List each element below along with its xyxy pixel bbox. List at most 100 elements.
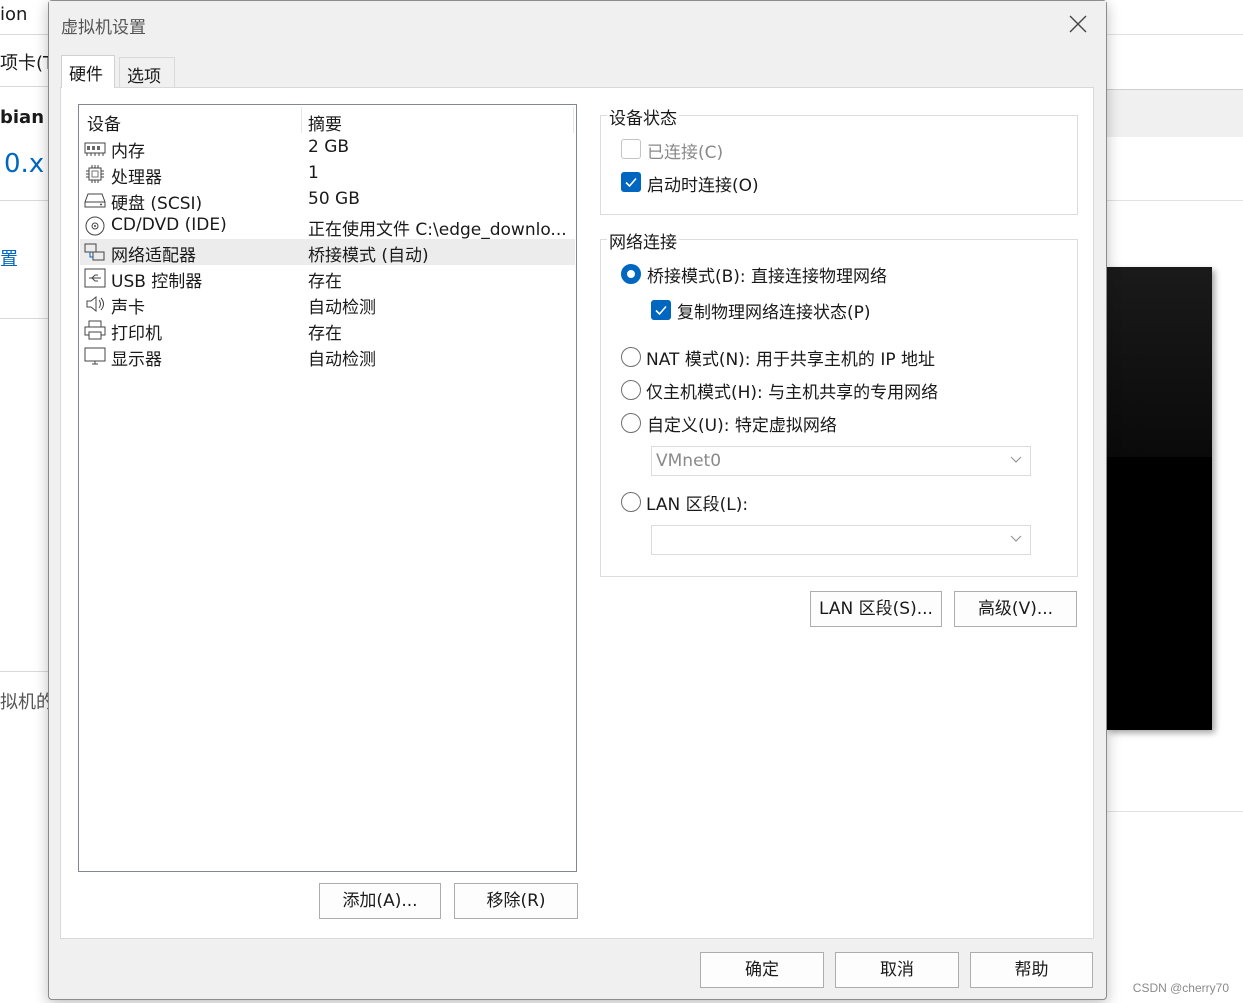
- printer-icon: [84, 320, 106, 340]
- device-name: USB 控制器: [111, 272, 203, 292]
- bg-text: ion: [0, 4, 28, 25]
- column-header-summary[interactable]: 摘要: [308, 110, 342, 135]
- bg-version: 0.x: [4, 149, 45, 179]
- device-summary: 1: [308, 163, 319, 183]
- lan-segments-button[interactable]: LAN 区段(S)...: [810, 591, 942, 627]
- bridged-label: 桥接模式(B): 直接连接物理网络: [647, 267, 888, 287]
- custom-network-select[interactable]: VMnet0: [651, 446, 1031, 476]
- custom-label: 自定义(U): 特定虚拟网络: [647, 416, 837, 436]
- lan-segment-select[interactable]: [651, 525, 1031, 555]
- connected-label: 已连接(C): [647, 143, 724, 163]
- device-name: 处理器: [111, 168, 162, 188]
- add-device-button[interactable]: 添加(A)...: [319, 883, 441, 919]
- device-name: 声卡: [111, 298, 145, 318]
- custom-radio[interactable]: [621, 413, 641, 433]
- divider: [1106, 200, 1243, 201]
- network-adapter-icon: [84, 243, 105, 261]
- monitor-icon: [84, 347, 106, 365]
- bg-tab-band: [1106, 89, 1243, 137]
- dialog-title: 虚拟机设置: [61, 18, 146, 38]
- tab-options[interactable]: 选项: [119, 57, 175, 87]
- device-row-network-adapter[interactable]: 网络适配器 桥接模式 (自动): [80, 239, 575, 266]
- bg-text: 拟机的: [0, 692, 50, 713]
- device-row-display[interactable]: 显示器 自动检测: [80, 343, 575, 370]
- checkmark-icon: [655, 305, 667, 316]
- close-button[interactable]: [1060, 7, 1096, 41]
- device-row-printer[interactable]: 打印机 存在: [80, 317, 575, 344]
- device-summary: 桥接模式 (自动): [308, 246, 429, 266]
- column-header-device[interactable]: 设备: [87, 110, 121, 135]
- speaker-icon: [86, 295, 104, 313]
- device-name: 硬盘 (SCSI): [111, 194, 203, 214]
- divider: [1106, 34, 1243, 35]
- bg-menu-tab[interactable]: 项卡(T): [0, 49, 50, 75]
- device-row-harddisk[interactable]: 硬盘 (SCSI) 50 GB: [80, 187, 575, 214]
- chevron-down-icon: [1010, 535, 1022, 542]
- vm-screen-preview-top: [1106, 267, 1212, 457]
- connect-at-power-on-label: 启动时连接(O): [647, 176, 759, 196]
- device-name: 打印机: [111, 324, 162, 344]
- lan-segment-label: LAN 区段(L):: [646, 495, 749, 515]
- device-list[interactable]: 设备 摘要 内存 2 GB 处理器 1 硬盘 (SCSI) 50 GB CD/D…: [78, 104, 577, 872]
- device-list-header: 设备 摘要: [79, 105, 576, 135]
- bg-link[interactable]: 置: [0, 245, 18, 271]
- replicate-state-checkbox[interactable]: [651, 300, 671, 320]
- device-row-memory[interactable]: 内存 2 GB: [80, 135, 575, 162]
- network-connection-title: 网络连接: [607, 228, 679, 253]
- device-summary: 50 GB: [308, 189, 360, 209]
- device-status-title: 设备状态: [607, 104, 679, 129]
- cpu-icon: [86, 165, 104, 183]
- device-name: 网络适配器: [111, 246, 196, 266]
- bridged-radio[interactable]: [621, 264, 641, 284]
- cancel-button[interactable]: 取消: [835, 952, 959, 988]
- host-only-radio[interactable]: [621, 380, 641, 400]
- advanced-button[interactable]: 高级(V)...: [954, 591, 1077, 627]
- device-summary: 自动检测: [308, 350, 376, 370]
- custom-network-value: VMnet0: [656, 451, 722, 471]
- remove-device-button[interactable]: 移除(R): [454, 883, 578, 919]
- device-summary: 2 GB: [308, 137, 350, 157]
- watermark: CSDN @cherry70: [1132, 981, 1229, 995]
- device-name: 内存: [111, 142, 145, 162]
- divider: [0, 318, 50, 319]
- lan-segment-radio[interactable]: [621, 492, 641, 512]
- device-name: 显示器: [111, 350, 162, 370]
- device-summary: 存在: [308, 324, 342, 344]
- cd-dvd-icon: [85, 216, 105, 236]
- tab-hardware[interactable]: 硬件: [61, 55, 115, 88]
- device-row-usb[interactable]: USB 控制器 存在: [80, 265, 575, 292]
- harddisk-icon: [84, 193, 106, 208]
- replicate-state-label: 复制物理网络连接状态(P): [677, 303, 871, 323]
- device-row-sound-card[interactable]: 声卡 自动检测: [80, 291, 575, 318]
- close-icon: [1069, 15, 1087, 33]
- checkmark-icon: [625, 177, 637, 188]
- title-bar[interactable]: 虚拟机设置: [49, 1, 1106, 47]
- device-name: CD/DVD (IDE): [111, 215, 227, 235]
- device-summary: 正在使用文件 C:\edge_downlo...: [308, 220, 567, 240]
- divider: [0, 200, 50, 201]
- usb-icon: [84, 268, 106, 288]
- divider: [0, 671, 50, 672]
- device-summary: 存在: [308, 272, 342, 292]
- connect-at-power-on-checkbox[interactable]: [621, 172, 641, 192]
- memory-icon: [84, 142, 106, 156]
- ok-button[interactable]: 确定: [700, 952, 824, 988]
- host-only-label: 仅主机模式(H): 与主机共享的专用网络: [646, 383, 939, 403]
- connected-checkbox[interactable]: [621, 139, 641, 159]
- divider: [0, 86, 50, 87]
- column-separator[interactable]: [301, 107, 302, 133]
- background-app-right: [1106, 0, 1243, 1003]
- divider: [1106, 811, 1243, 812]
- device-summary: 自动检测: [308, 298, 376, 318]
- help-button[interactable]: 帮助: [970, 952, 1093, 988]
- column-separator[interactable]: [573, 107, 574, 133]
- nat-radio[interactable]: [621, 347, 641, 367]
- device-row-processor[interactable]: 处理器 1: [80, 161, 575, 188]
- device-row-cd-dvd[interactable]: CD/DVD (IDE) 正在使用文件 C:\edge_downlo...: [80, 213, 575, 240]
- divider: [0, 34, 50, 35]
- device-status-group: [600, 115, 1078, 215]
- vm-settings-dialog: 虚拟机设置 硬件 选项 设备 摘要 内存 2 GB 处理器 1 硬盘 (SCSI…: [48, 0, 1107, 1000]
- bg-vm-tab[interactable]: bian 1: [0, 107, 50, 128]
- nat-label: NAT 模式(N): 用于共享主机的 IP 地址: [646, 350, 935, 370]
- chevron-down-icon: [1010, 456, 1022, 463]
